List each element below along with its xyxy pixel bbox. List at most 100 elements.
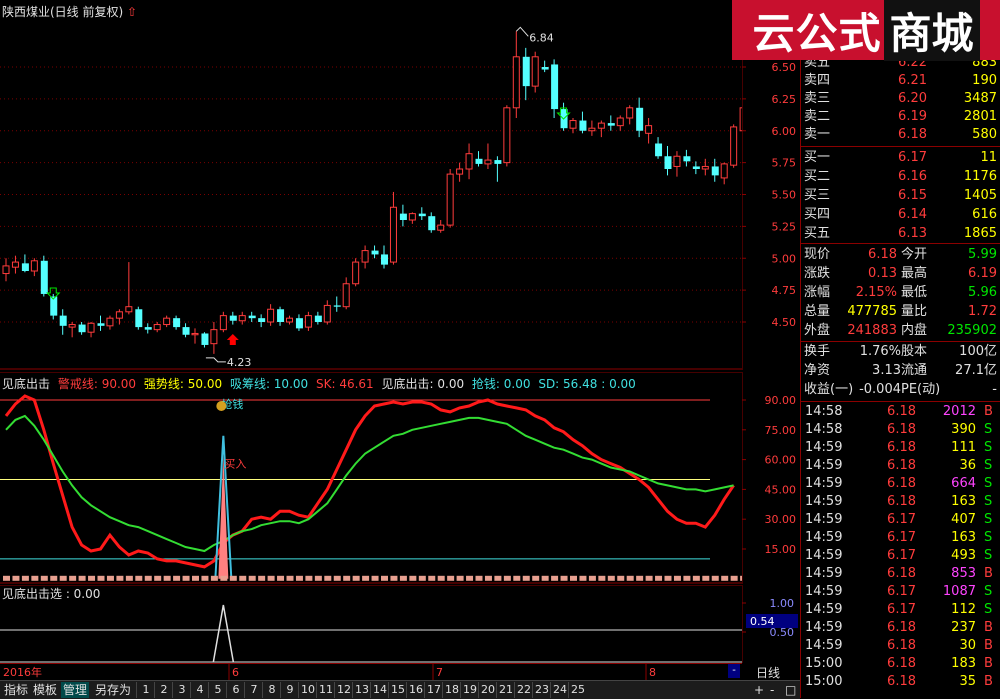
year-label: 2016年 — [3, 665, 42, 679]
page-number-4[interactable]: 4 — [190, 682, 209, 698]
page-number-5[interactable]: 5 — [208, 682, 227, 698]
ind1-tick-label: 90.00 — [765, 394, 797, 407]
candle-body — [683, 156, 691, 162]
page-number-3[interactable]: 3 — [172, 682, 191, 698]
candle-body — [645, 125, 653, 134]
bid-label: 买三 — [804, 188, 831, 203]
logo-part2: 商城 — [883, 0, 980, 61]
candle-body — [673, 155, 681, 167]
restore-button[interactable]: □ — [783, 682, 798, 698]
bid-row-1[interactable]: 买一 6.17 11 — [801, 149, 1000, 167]
tick-flag: S — [984, 584, 993, 599]
tick-price: 6.18 — [887, 674, 916, 689]
indicator-axis: 90.00 75.00 60.00 45.00 30.00 15.00 — [742, 372, 800, 584]
ask-volume: 580 — [972, 127, 997, 142]
tab-save-as[interactable]: 另存为 — [93, 682, 133, 698]
ask-volume: 190 — [972, 73, 997, 88]
page-number-20[interactable]: 20 — [478, 682, 497, 698]
page-number-10[interactable]: 10 — [298, 682, 317, 698]
tick-time: 14:59 — [805, 440, 843, 455]
candle-body — [381, 254, 388, 265]
page-number-7[interactable]: 7 — [244, 682, 263, 698]
tab-manage[interactable]: 管理 — [61, 682, 90, 698]
stat-label: 最低 — [901, 285, 928, 300]
info-label: 股本 — [901, 344, 928, 359]
indicator-chart[interactable]: 抢钱 买入 — [0, 372, 742, 584]
page-number-1[interactable]: 1 — [136, 682, 155, 698]
candle-body — [229, 315, 237, 321]
minus-button[interactable]: - — [768, 682, 776, 698]
bid-row-2[interactable]: 买二 6.16 1176 — [801, 168, 1000, 186]
candle-body — [522, 56, 530, 87]
tick-flag: S — [984, 512, 993, 527]
ask-price: 6.19 — [898, 109, 927, 124]
base-marker — [664, 575, 672, 581]
base-marker — [673, 575, 681, 581]
bid-row-5[interactable]: 买五 6.13 1865 — [801, 225, 1000, 243]
tick-volume: 112 — [951, 602, 976, 617]
tick-price: 6.17 — [887, 512, 916, 527]
page-number-25[interactable]: 25 — [568, 682, 587, 698]
ask-row-3[interactable]: 卖三 6.20 3487 — [801, 90, 1000, 108]
tick-time: 14:59 — [805, 494, 843, 509]
tick-time: 14:59 — [805, 476, 843, 491]
page-number-24[interactable]: 24 — [550, 682, 569, 698]
period-label[interactable]: 日线 — [756, 664, 780, 681]
base-marker — [267, 575, 275, 581]
ask-label: 卖三 — [804, 91, 831, 106]
tick-price: 6.17 — [887, 602, 916, 617]
page-number-17[interactable]: 17 — [424, 682, 443, 698]
base-marker — [560, 575, 568, 581]
page-number-21[interactable]: 21 — [496, 682, 515, 698]
page-number-19[interactable]: 19 — [460, 682, 479, 698]
indicator2-chart[interactable] — [0, 585, 742, 663]
candle-body — [21, 263, 29, 271]
page-number-14[interactable]: 14 — [370, 682, 389, 698]
quote-panel: 卖五 6.22 883 卖四 6.21 190 卖三 6.20 3487 卖二 6.19 2801 卖一… — [800, 0, 1000, 698]
ask-row-1[interactable]: 卖一 6.18 580 — [801, 126, 1000, 144]
page-number-13[interactable]: 13 — [352, 682, 371, 698]
page-number-2[interactable]: 2 — [154, 682, 173, 698]
tick-row: 14:59 6.17 493 S — [801, 547, 1000, 565]
plus-button[interactable]: + — [752, 682, 766, 698]
candle-body — [569, 120, 577, 129]
page-number-11[interactable]: 11 — [316, 682, 335, 698]
tick-price: 6.18 — [887, 422, 916, 437]
bid-price: 6.15 — [898, 188, 927, 203]
candlestick-chart[interactable]: 6.84 4.23 — [0, 0, 742, 370]
base-marker — [532, 575, 540, 581]
tab-template[interactable]: 模板 — [31, 682, 59, 698]
page-number-16[interactable]: 16 — [406, 682, 425, 698]
candle-body — [579, 120, 587, 131]
tab-indicator[interactable]: 指标 — [2, 682, 30, 698]
bid-volume: 1865 — [963, 226, 997, 241]
page-number-23[interactable]: 23 — [532, 682, 551, 698]
page-number-9[interactable]: 9 — [280, 682, 299, 698]
base-marker — [626, 575, 634, 581]
tick-time: 14:59 — [805, 512, 843, 527]
page-number-12[interactable]: 12 — [334, 682, 353, 698]
tick-time: 14:59 — [805, 638, 843, 653]
bid-row-3[interactable]: 买三 6.15 1405 — [801, 187, 1000, 205]
page-number-8[interactable]: 8 — [262, 682, 281, 698]
page-number-15[interactable]: 15 — [388, 682, 407, 698]
ask-row-2[interactable]: 卖二 6.19 2801 — [801, 108, 1000, 126]
month-7-label: 7 — [436, 666, 443, 679]
base-marker — [31, 575, 39, 581]
ask-row-4[interactable]: 卖四 6.21 190 — [801, 72, 1000, 90]
tick-volume: 664 — [951, 476, 976, 491]
collapse-button[interactable]: - — [728, 664, 740, 678]
bid-row-4[interactable]: 买四 6.14 616 — [801, 206, 1000, 224]
info-row: 净资 3.13 流通 27.1亿 — [801, 362, 1000, 380]
base-marker — [409, 575, 417, 581]
page-number-18[interactable]: 18 — [442, 682, 461, 698]
base-marker — [437, 575, 445, 581]
base-marker — [154, 575, 162, 581]
page-number-22[interactable]: 22 — [514, 682, 533, 698]
high-marker — [515, 26, 529, 37]
bid-price: 6.17 — [898, 150, 927, 165]
page-number-6[interactable]: 6 — [226, 682, 245, 698]
ask-price: 6.20 — [898, 91, 927, 106]
candle-body — [115, 311, 123, 319]
tick-row: 14:59 6.17 1087 S — [801, 583, 1000, 601]
